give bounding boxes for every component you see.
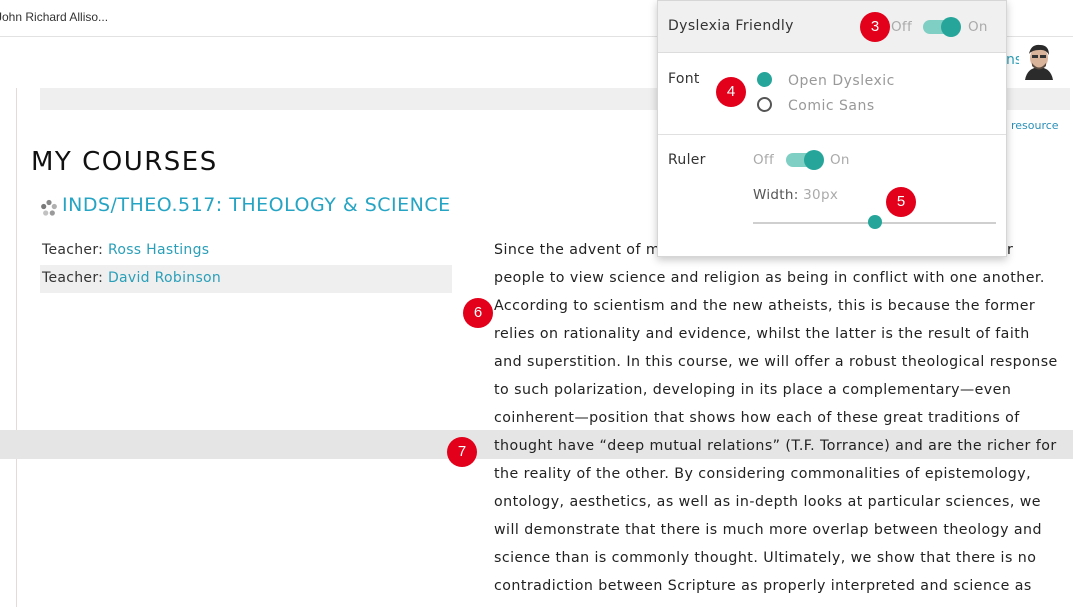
description-line: the reality of the other. By considering… — [494, 466, 1032, 482]
callout-marker: 3 — [860, 12, 890, 42]
dyslexia-settings-panel: Dyslexia Friendly Off On Font Open Dysle… — [657, 0, 1007, 257]
callout-marker: 7 — [447, 437, 477, 467]
toggle-knob — [804, 150, 824, 170]
left-divider — [16, 88, 17, 607]
font-radio-open-dyslexic[interactable] — [757, 72, 772, 87]
teacher-list: Teacher: Ross Hastings Teacher: David Ro… — [40, 237, 452, 293]
ruler-width-readout: Width: 30px — [753, 187, 838, 203]
description-line-end-fragment: r — [1007, 242, 1013, 258]
browser-tab-title[interactable]: John Richard Alliso... — [0, 10, 108, 24]
teacher-row: Teacher: Ross Hastings — [40, 237, 452, 265]
dyslexia-toggle-on-label: On — [968, 19, 988, 35]
resource-link[interactable]: resource — [1011, 119, 1059, 132]
ruler-width-value: 30px — [803, 187, 839, 203]
description-line: According to scientism and the new athei… — [494, 298, 1036, 314]
font-option-comic-sans[interactable]: Comic Sans — [788, 98, 875, 114]
course-spinner-icon — [40, 199, 58, 217]
teacher-label: Teacher: — [42, 270, 104, 286]
page-title: MY COURSES — [31, 147, 218, 177]
description-line: thought have “deep mutual relations” (T.… — [494, 438, 1057, 454]
course-description: Since the advent of m people to view sci… — [494, 236, 1069, 600]
dyslexia-toggle-off-label: Off — [891, 19, 913, 35]
ruler-width-slider-thumb[interactable] — [867, 215, 882, 229]
teacher-link-david-robinson[interactable]: David Robinson — [108, 270, 221, 286]
description-line: relies on rationality and evidence, whil… — [494, 326, 1030, 342]
ruler-section-label: Ruler — [668, 152, 706, 168]
description-line: and superstition. In this course, we wil… — [494, 354, 1058, 370]
ruler-width-label: Width: — [753, 187, 799, 203]
description-line: coinherent—position that shows how each … — [494, 410, 1020, 426]
ruler-toggle[interactable] — [786, 150, 824, 170]
description-line: to such polarization, developing in its … — [494, 382, 1012, 398]
font-section-label: Font — [668, 71, 700, 87]
dyslexia-friendly-toggle[interactable] — [923, 17, 961, 37]
teacher-link-ross-hastings[interactable]: Ross Hastings — [108, 242, 209, 258]
font-radio-comic-sans[interactable] — [757, 97, 772, 112]
ruler-toggle-off-label: Off — [753, 152, 775, 168]
description-line: people to view science and religion as b… — [494, 270, 1045, 286]
description-line: will demonstrate that there is much more… — [494, 522, 1042, 538]
callout-marker: 4 — [716, 77, 746, 107]
teacher-row: Teacher: David Robinson — [40, 265, 452, 293]
avatar[interactable] — [1019, 42, 1059, 80]
toggle-knob — [941, 17, 961, 37]
course-title-link[interactable]: INDS/THEO.517: THEOLOGY & SCIENCE — [62, 194, 451, 216]
dyslexia-panel-header: Dyslexia Friendly Off On — [658, 1, 1006, 53]
teacher-label: Teacher: — [42, 242, 104, 258]
callout-marker: 6 — [463, 298, 493, 328]
description-line: ontology, aesthetics, as well as in-dept… — [494, 494, 1041, 510]
description-line: contradiction between Scripture as prope… — [494, 578, 1032, 594]
callout-marker: 5 — [886, 187, 916, 217]
description-line: science than is commonly thought. Ultima… — [494, 550, 1037, 566]
font-option-open-dyslexic[interactable]: Open Dyslexic — [788, 73, 895, 89]
panel-divider — [658, 134, 1006, 135]
dyslexia-panel-title: Dyslexia Friendly — [668, 18, 794, 34]
ruler-toggle-on-label: On — [830, 152, 850, 168]
